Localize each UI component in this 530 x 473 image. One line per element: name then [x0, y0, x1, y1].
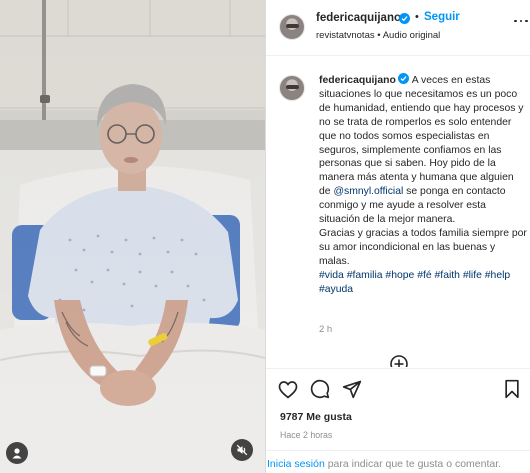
video-frame-image [0, 0, 265, 473]
post-header: federicaquijano • Seguir revistatvnotas … [266, 0, 530, 56]
share-button[interactable] [341, 378, 363, 400]
comment-button[interactable] [309, 378, 331, 400]
caption-timestamp: 2 h [319, 324, 333, 335]
mute-toggle-button[interactable] [231, 439, 253, 461]
muted-speaker-icon [236, 444, 248, 456]
verified-badge-icon [399, 13, 410, 24]
caption-thanks: Gracias y gracias a todos familia siempr… [319, 227, 527, 267]
caption-hashtags[interactable]: #vida #familia #hope #fé #faith #life #h… [319, 269, 527, 297]
plus-circle-icon [390, 355, 408, 367]
caption-text: A veces en estas situaciones lo que nece… [319, 75, 524, 198]
author-avatar[interactable] [279, 14, 305, 40]
caption-area: federicaquijano A veces en estas situacio… [266, 57, 530, 367]
post-actions-bar [266, 368, 530, 408]
audio-account[interactable]: revistatvnotas [316, 30, 375, 41]
author-username[interactable]: federicaquijano [316, 12, 401, 24]
audio-info: revistatvnotas • Audio original [316, 30, 440, 41]
like-button[interactable] [277, 378, 299, 400]
login-link[interactable]: Inicia sesión [267, 458, 325, 470]
load-more-comments-button[interactable] [389, 354, 409, 367]
more-options-button[interactable] [514, 14, 528, 28]
post-details-panel: federicaquijano • Seguir revistatvnotas … [265, 0, 530, 473]
login-prompt: Inicia sesión para indicar que te gusta … [266, 450, 530, 473]
caption-author-avatar[interactable] [279, 75, 305, 101]
header-separator: • [415, 11, 419, 23]
save-button[interactable] [501, 378, 523, 400]
post-caption: federicaquijano A veces en estas situacio… [319, 73, 527, 297]
audio-label[interactable]: Audio original [383, 30, 441, 41]
user-tag-icon [12, 448, 22, 459]
comment-bubble-icon [310, 379, 330, 399]
likes-count[interactable]: 9787 Me gusta [280, 411, 352, 423]
bookmark-icon [505, 379, 519, 399]
caption-username[interactable]: federicaquijano [319, 75, 396, 86]
caption-mention-link[interactable]: @smnyl.official [333, 186, 403, 197]
user-tag-button[interactable] [6, 442, 28, 464]
post-media-video[interactable] [0, 0, 265, 473]
caption-verified-badge-icon [397, 73, 409, 84]
login-prompt-text: para indicar que te gusta o comentar. [324, 458, 502, 470]
audio-separator: • [377, 30, 381, 41]
follow-button[interactable]: Seguir [424, 11, 460, 23]
post-timestamp: Hace 2 horas [280, 430, 333, 440]
paper-plane-icon [342, 380, 362, 399]
more-options-icon [514, 19, 517, 23]
heart-icon [278, 380, 298, 398]
